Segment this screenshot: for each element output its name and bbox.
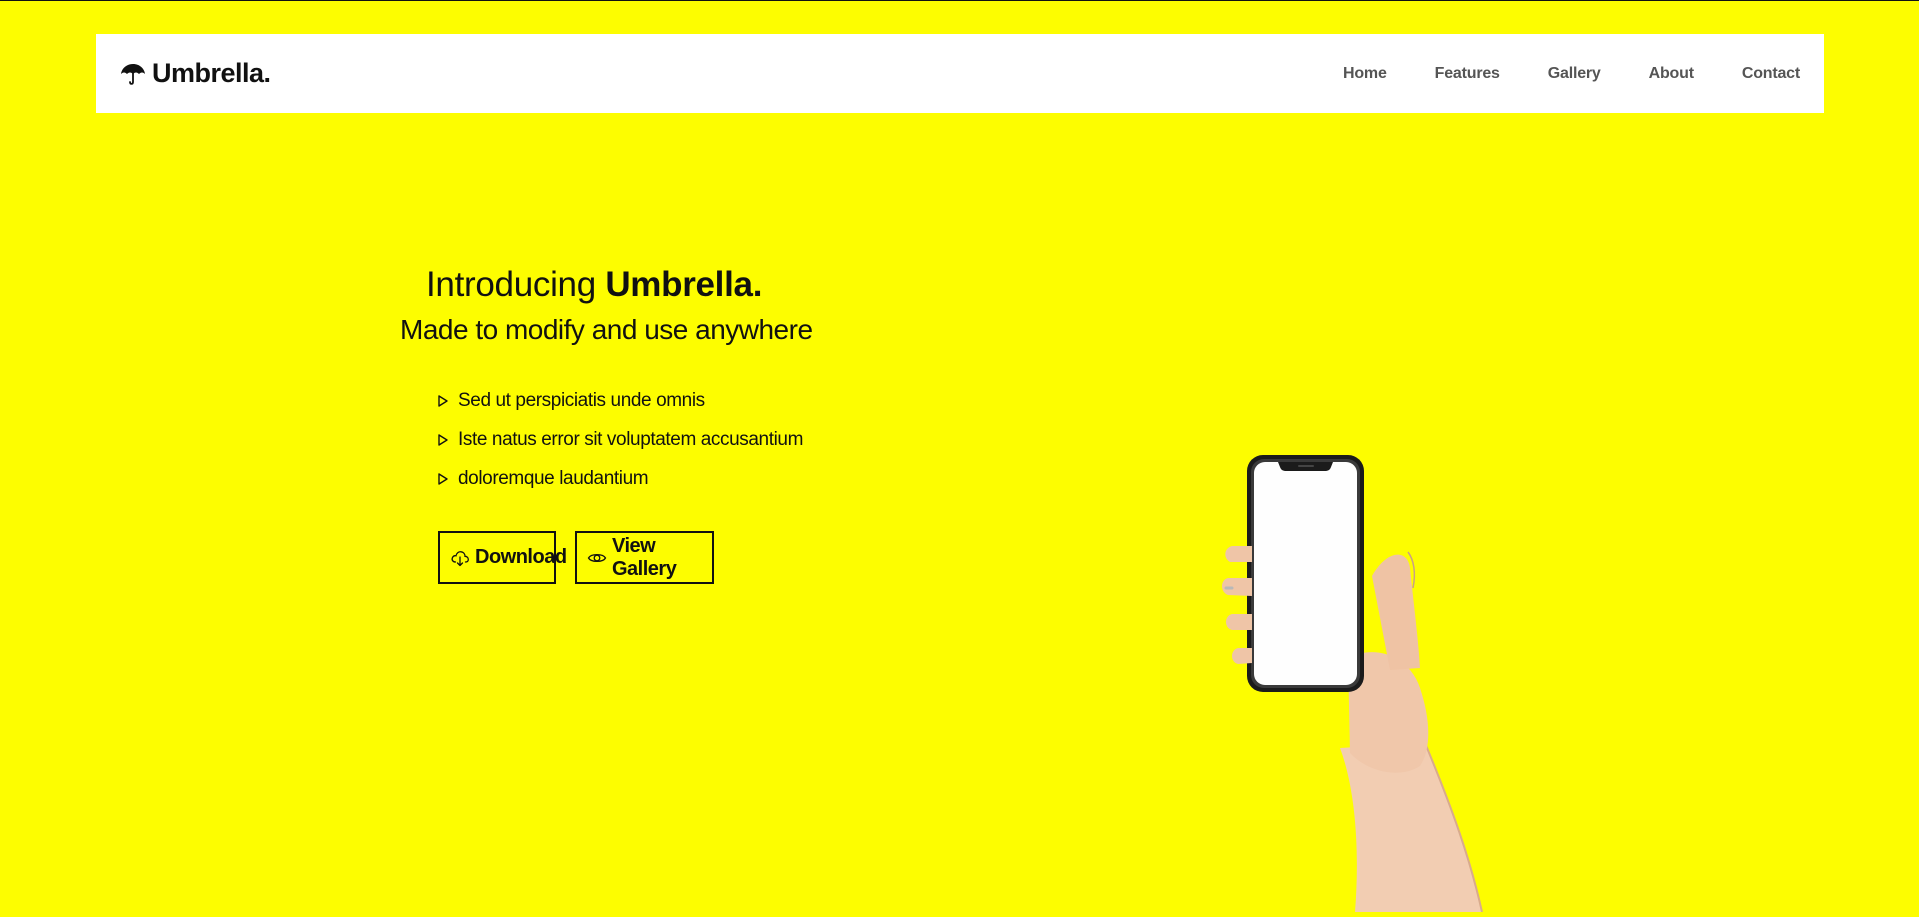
triangle-right-icon <box>436 433 450 447</box>
feature-text: Sed ut perspiciatis unde omnis <box>458 389 705 411</box>
hero-title: Introducing Umbrella. <box>426 265 762 305</box>
hand-holding-phone-image <box>1220 448 1510 913</box>
cloud-download-icon <box>450 548 470 568</box>
nav-links: Home Features Gallery About Contact <box>1343 65 1800 83</box>
feature-item: Sed ut perspiciatis unde omnis <box>436 381 803 420</box>
triangle-right-icon <box>436 472 450 486</box>
feature-item: doloremque laudantium <box>436 459 803 498</box>
hero-subtitle: Made to modify and use anywhere <box>400 314 813 345</box>
triangle-right-icon <box>436 394 450 408</box>
brand-name: Umbrella. <box>152 58 271 88</box>
navbar: Umbrella. Home Features Gallery About Co… <box>96 34 1824 113</box>
umbrella-icon <box>120 61 146 87</box>
download-button[interactable]: Download <box>438 531 567 584</box>
top-border <box>0 0 1919 1</box>
feature-list: Sed ut perspiciatis unde omnis Iste natu… <box>436 381 803 498</box>
hero-title-brand: Umbrella. <box>605 265 763 304</box>
view-gallery-button[interactable]: View Gallery <box>575 531 714 584</box>
eye-icon <box>587 548 607 568</box>
view-gallery-label: View Gallery <box>612 534 677 580</box>
nav-features[interactable]: Features <box>1435 65 1500 83</box>
feature-text: Iste natus error sit voluptatem accusant… <box>458 428 804 450</box>
nav-home[interactable]: Home <box>1343 65 1387 83</box>
hero-title-prefix: Introducing <box>426 265 596 304</box>
brand-logo[interactable]: Umbrella. <box>120 58 271 89</box>
download-label: Download <box>475 546 567 568</box>
nav-contact[interactable]: Contact <box>1742 65 1800 83</box>
nav-gallery[interactable]: Gallery <box>1548 65 1601 83</box>
nav-about[interactable]: About <box>1649 65 1694 83</box>
feature-text: doloremque laudantium <box>458 467 649 489</box>
feature-item: Iste natus error sit voluptatem accusant… <box>436 420 803 459</box>
